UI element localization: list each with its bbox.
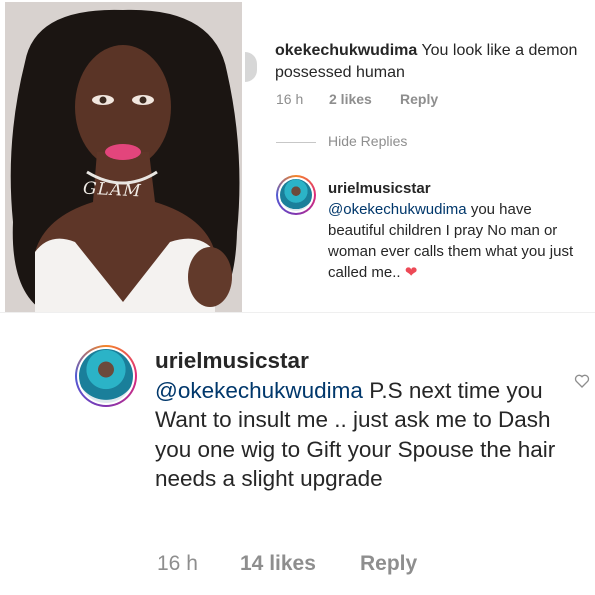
comment-username[interactable]: okekechukwudima (275, 42, 417, 59)
comment-body: okekechukwudima You look like a demon po… (275, 40, 585, 84)
big-reply-likes[interactable]: 14 likes (240, 552, 316, 576)
big-reply-avatar[interactable] (75, 345, 137, 407)
heart-outline-icon[interactable] (571, 372, 593, 394)
reply-username[interactable]: urielmusicstar (328, 180, 431, 197)
big-reply-reply-button[interactable]: Reply (360, 552, 417, 576)
reply-body: urielmusicstar @okekechukwudima you have… (328, 178, 590, 283)
comment-time: 16 h (276, 91, 304, 107)
comment-likes[interactable]: 2 likes (329, 91, 372, 107)
reply-mention[interactable]: @okekechukwudima (328, 201, 467, 218)
big-reply-username[interactable]: urielmusicstar (155, 348, 309, 373)
profile-photo: GLAM (5, 2, 242, 312)
section-divider (0, 312, 595, 325)
big-reply-mention[interactable]: @okekechukwudima (155, 378, 363, 403)
photo-illustration (5, 2, 242, 312)
big-reply-body: urielmusicstar @okekechukwudima P.S next… (155, 346, 575, 494)
reply-avatar[interactable] (276, 175, 316, 215)
hide-replies-divider (276, 142, 316, 143)
comment-reply-button[interactable]: Reply (400, 91, 438, 107)
necklace-text: GLAM (82, 178, 143, 202)
red-heart-emoji: ❤ (404, 264, 418, 281)
big-reply-time: 16 h (157, 552, 198, 575)
hide-replies-button[interactable]: Hide Replies (328, 133, 407, 149)
